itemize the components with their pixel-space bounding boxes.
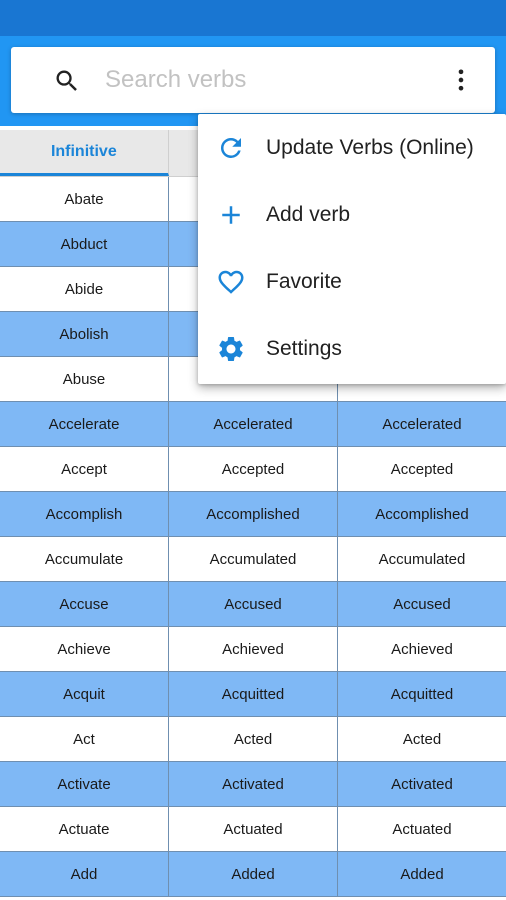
overflow-menu-icon[interactable] <box>447 64 475 96</box>
table-row[interactable]: Add Added Added <box>0 852 506 897</box>
infinitive-cell: Activate <box>0 762 169 806</box>
past-cell: Actuated <box>169 807 338 851</box>
search-input[interactable] <box>105 59 435 101</box>
participle-cell: Activated <box>391 775 453 793</box>
table-row[interactable]: Actuate Actuated Actuated <box>0 807 506 852</box>
table-row[interactable]: Achieve Achieved Achieved <box>0 627 506 672</box>
infinitive-cell: Abuse <box>0 357 169 401</box>
participle-cell: Accomplished <box>375 505 469 523</box>
menu-item-add-verb[interactable]: Add verb <box>198 181 506 248</box>
table-row[interactable]: Accelerate Accelerated Accelerated <box>0 402 506 447</box>
past-cell: Achieved <box>169 627 338 671</box>
participle-cell: Accumulated <box>378 550 466 568</box>
participle-cell: Achieved <box>391 640 453 658</box>
infinitive-cell: Accomplish <box>0 492 169 536</box>
menu-item-label: Settings <box>266 336 342 360</box>
infinitive-cell: Accept <box>0 447 169 491</box>
menu-item-label: Add verb <box>266 202 351 226</box>
table-row[interactable]: Act Acted Acted <box>0 717 506 762</box>
past-cell: Accumulated <box>169 537 338 581</box>
heart-icon <box>218 270 244 294</box>
overflow-menu: Update Verbs (Online) Add verb Favorite … <box>198 114 506 384</box>
past-cell: Acted <box>169 717 338 761</box>
menu-item-favorite[interactable]: Favorite <box>198 248 506 315</box>
infinitive-cell: Actuate <box>0 807 169 851</box>
table-row[interactable]: Accomplish Accomplished Accomplished <box>0 492 506 537</box>
infinitive-cell: Add <box>0 852 169 896</box>
menu-item-label: Update Verbs (Online) <box>266 135 474 159</box>
menu-item-update-verbs[interactable]: Update Verbs (Online) <box>198 114 506 181</box>
past-cell: Accomplished <box>169 492 338 536</box>
infinitive-cell: Abide <box>0 267 169 311</box>
participle-cell: Acquitted <box>390 685 454 703</box>
past-cell: Activated <box>169 762 338 806</box>
participle-cell: Accused <box>393 595 451 613</box>
infinitive-cell: Accumulate <box>0 537 169 581</box>
infinitive-cell: Acquit <box>0 672 169 716</box>
infinitive-cell: Abduct <box>0 222 169 266</box>
table-row[interactable]: Activate Activated Activated <box>0 762 506 807</box>
gear-icon <box>219 336 243 361</box>
participle-cell: Accelerated <box>382 415 462 433</box>
search-bar[interactable] <box>11 47 495 113</box>
table-row[interactable]: Accuse Accused Accused <box>0 582 506 627</box>
infinitive-cell: Abate <box>0 177 169 221</box>
infinitive-cell: Act <box>0 717 169 761</box>
infinitive-cell: Abolish <box>0 312 169 356</box>
status-bar <box>0 0 506 36</box>
header-infinitive[interactable]: Infinitive <box>0 130 169 176</box>
infinitive-cell: Accuse <box>0 582 169 626</box>
refresh-icon <box>220 137 241 158</box>
participle-cell: Actuated <box>392 820 452 838</box>
past-cell: Accepted <box>169 447 338 491</box>
past-cell: Accelerated <box>169 402 338 446</box>
participle-cell: Accepted <box>390 460 454 478</box>
past-cell: Accused <box>169 582 338 626</box>
menu-item-label: Favorite <box>266 269 342 293</box>
infinitive-cell: Achieve <box>0 627 169 671</box>
infinitive-cell: Accelerate <box>0 402 169 446</box>
past-cell: Added <box>169 852 338 896</box>
search-icon[interactable] <box>53 67 81 95</box>
table-row[interactable]: Accumulate Accumulated Accumulated <box>0 537 506 582</box>
participle-cell: Added <box>400 865 444 883</box>
table-row[interactable]: Acquit Acquitted Acquitted <box>0 672 506 717</box>
table-row[interactable]: Accept Accepted Accepted <box>0 447 506 492</box>
plus-icon <box>222 205 240 224</box>
menu-item-settings[interactable]: Settings <box>198 315 506 382</box>
past-cell: Acquitted <box>169 672 338 716</box>
participle-cell: Acted <box>402 730 442 748</box>
